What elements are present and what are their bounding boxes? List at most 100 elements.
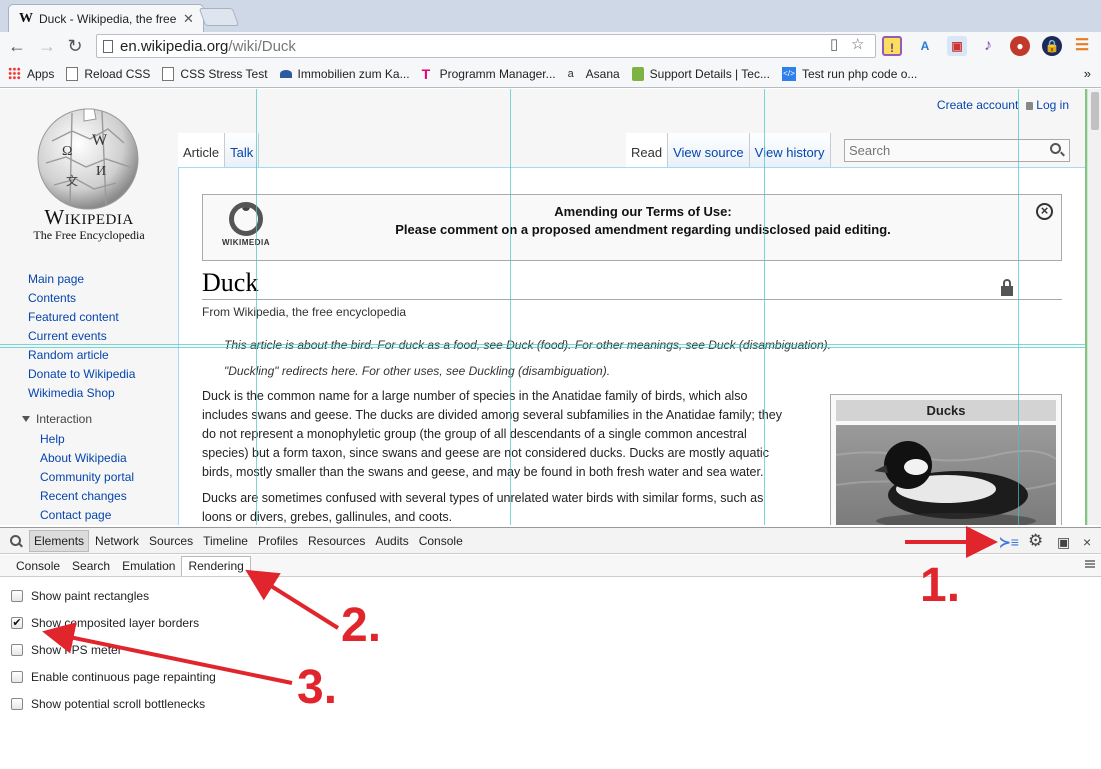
annotation-number-3: 3. (297, 661, 338, 714)
asana-icon: a (567, 67, 574, 80)
devtools-tab-profiles[interactable]: Profiles (254, 531, 302, 551)
devtools-tab-console[interactable]: Console (415, 531, 467, 551)
bookmark-css-stress-test[interactable]: CSS Stress Test (162, 66, 268, 81)
notice-text[interactable]: Please comment on a proposed amendment r… (203, 222, 1083, 237)
reader-icon[interactable]: ▯ (830, 35, 838, 53)
bookmark-test-run-php[interactable]: </> Test run php code o... (781, 66, 917, 81)
bookmark-star-icon[interactable]: ☆ (851, 35, 864, 53)
paragraph-line: birds, mostly smaller than the swans and… (202, 465, 764, 479)
login-link[interactable]: Log in (1036, 98, 1069, 112)
option-show-paint-rectangles[interactable]: Show paint rectangles (11, 589, 149, 603)
drawer-menu-icon[interactable] (1085, 560, 1095, 568)
devtools-tab-network[interactable]: Network (91, 531, 143, 551)
bookmark-apps[interactable]: Apps (8, 67, 54, 81)
paragraph-line: loons or divers, grebes, gallinules, and… (202, 510, 453, 524)
devtools-tab-resources[interactable]: Resources (304, 531, 369, 551)
gear-icon[interactable]: ⚙ (1028, 531, 1043, 551)
tab-article[interactable]: Article (178, 133, 226, 167)
sidebar-item-random-article[interactable]: Random article (28, 346, 135, 365)
page-icon (103, 39, 113, 53)
bookmark-support-details[interactable]: Support Details | Tec... (631, 66, 770, 81)
sidebar-item-contact-page[interactable]: Contact page (40, 506, 134, 525)
sidebar-item-contents[interactable]: Contents (28, 289, 135, 308)
bookmark-immobilien[interactable]: Immobilien zum Ka... (279, 67, 410, 81)
drawer-tab-search[interactable]: Search (66, 559, 116, 576)
tab-close-icon[interactable]: ✕ (183, 11, 194, 27)
wikipedia-globe-icon[interactable]: Ω W И 文 (32, 101, 144, 213)
sidebar-interaction-heading[interactable]: Interaction (22, 412, 92, 426)
drawer-tab-emulation[interactable]: Emulation (116, 559, 181, 576)
view-tabs: Read View source View history (626, 133, 831, 167)
tab-view-history[interactable]: View history (749, 133, 831, 167)
create-account-link[interactable]: Create account (937, 98, 1018, 112)
paragraph-line: Ducks are sometimes confused with severa… (202, 491, 764, 505)
checkbox[interactable] (11, 590, 23, 602)
sidebar-item-donate[interactable]: Donate to Wikipedia (28, 365, 135, 384)
intro-paragraph: Duck is the common name for a large numb… (202, 387, 812, 482)
devtools-tab-sources[interactable]: Sources (145, 531, 197, 551)
sidebar-item-featured-content[interactable]: Featured content (28, 308, 135, 327)
option-scroll-bottlenecks[interactable]: Show potential scroll bottlenecks (11, 697, 205, 711)
checkbox[interactable] (11, 671, 23, 683)
duck-photo[interactable] (836, 425, 1056, 525)
search-icon[interactable] (1050, 143, 1061, 154)
extension-card-icon[interactable]: ▣ (947, 36, 967, 56)
svg-text:文: 文 (66, 173, 78, 188)
annotation-number-1: 1. (920, 559, 961, 612)
forward-arrow-icon[interactable]: → (36, 36, 58, 56)
bookmark-programm-manager[interactable]: T Programm Manager... (422, 67, 556, 81)
adblock-icon[interactable]: ● (1010, 36, 1030, 56)
tab-view-source[interactable]: View source (668, 133, 750, 167)
translate-icon[interactable]: A (915, 36, 935, 56)
tab-talk[interactable]: Talk (225, 133, 260, 167)
show-console-drawer-icon[interactable]: ≻≡ (999, 534, 1019, 551)
devtools-tab-timeline[interactable]: Timeline (199, 531, 252, 551)
close-icon[interactable]: × (1036, 203, 1053, 220)
layer-border (256, 89, 257, 525)
address-bar[interactable]: en.wikipedia.org /wiki/Duck (96, 34, 876, 58)
back-arrow-icon[interactable]: ← (6, 36, 28, 56)
sidebar-item-about[interactable]: About Wikipedia (40, 449, 134, 468)
bookmarks-overflow-icon[interactable]: » (1084, 66, 1091, 81)
bookmark-asana[interactable]: a Asana (568, 67, 620, 81)
protection-lock-icon[interactable] (1001, 279, 1013, 296)
drawer-tab-console[interactable]: Console (10, 559, 66, 576)
devtools-tab-audits[interactable]: Audits (371, 531, 412, 551)
dock-side-icon[interactable]: ▣ (1057, 534, 1070, 551)
lock-extension-icon[interactable]: 🔒 (1042, 36, 1062, 56)
layer-border (0, 347, 1087, 348)
wiki-search-input[interactable] (844, 139, 1070, 162)
new-tab-button[interactable] (198, 8, 240, 26)
option-continuous-repainting[interactable]: Enable continuous page repainting (11, 670, 216, 684)
bookmark-reload-css[interactable]: Reload CSS (66, 66, 150, 81)
checkbox[interactable] (11, 644, 23, 656)
sidebar-interaction-list: Help About Wikipedia Community portal Re… (40, 430, 134, 525)
scrollbar-thumb[interactable] (1091, 92, 1099, 130)
sidebar-item-main-page[interactable]: Main page (28, 270, 135, 289)
tab-read[interactable]: Read (626, 133, 669, 167)
sidebar-item-wikimedia-shop[interactable]: Wikimedia Shop (28, 384, 135, 403)
close-devtools-icon[interactable]: × (1083, 534, 1091, 550)
option-show-composited-layer-borders[interactable]: ✔ Show composited layer borders (11, 616, 199, 630)
title-divider (202, 299, 1062, 300)
layer-border (764, 89, 765, 525)
sidebar-item-recent-changes[interactable]: Recent changes (40, 487, 134, 506)
wikipedia-wordmark[interactable]: Wikipedia (28, 205, 150, 230)
drawer-tab-rendering[interactable]: Rendering (181, 556, 251, 576)
checkbox[interactable] (11, 698, 23, 710)
paragraph-line: includes swans and geese. The ducks are … (202, 408, 782, 422)
devtools-tab-elements[interactable]: Elements (29, 529, 90, 552)
music-note-icon[interactable]: ♪ (978, 36, 998, 56)
sidebar-item-help[interactable]: Help (40, 430, 134, 449)
telekom-icon: T (421, 65, 431, 82)
bookmarks-bar: Apps Reload CSS CSS Stress Test Immobili… (0, 60, 1101, 88)
sidebar-item-community-portal[interactable]: Community portal (40, 468, 134, 487)
browser-tab[interactable]: W Duck - Wikipedia, the free ✕ (8, 4, 204, 32)
reload-icon[interactable]: ↻ (64, 36, 86, 56)
menu-icon[interactable]: ☰ (1072, 36, 1092, 56)
option-show-fps-meter[interactable]: Show FPS meter (11, 643, 122, 657)
checkbox-checked[interactable]: ✔ (11, 617, 23, 629)
page-scrollbar[interactable] (1087, 89, 1101, 525)
extension-alert-icon[interactable]: ! (882, 36, 902, 56)
inspect-search-icon[interactable] (7, 530, 29, 552)
